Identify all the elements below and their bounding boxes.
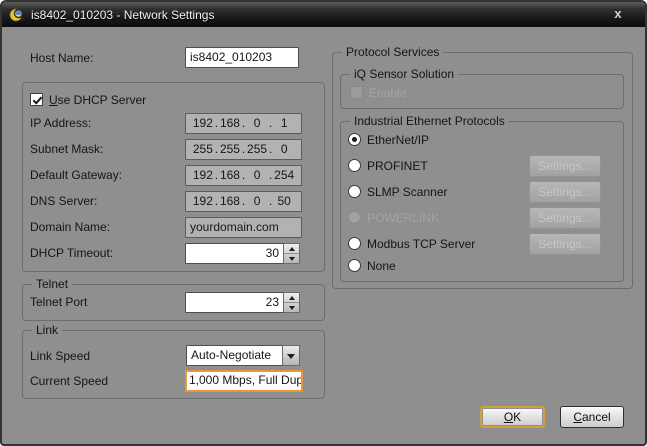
telnet-port-label: Telnet Port <box>30 295 87 309</box>
radio-slmp-scanner[interactable] <box>348 185 361 198</box>
combo-dropdown-icon[interactable] <box>282 345 300 366</box>
default-gateway-label: Default Gateway: <box>30 168 122 182</box>
domain-name-label: Domain Name: <box>30 220 110 234</box>
iq-sensor-title: iQ Sensor Solution <box>350 67 458 81</box>
industrial-protocols-title: Industrial Ethernet Protocols <box>350 114 509 128</box>
radio-ethernet-ip-label[interactable]: EtherNet/IP <box>367 133 429 147</box>
profinet-settings-button: Settings... <box>529 155 601 177</box>
host-name-label: Host Name: <box>30 51 93 65</box>
ip-address-label: IP Address: <box>30 116 91 130</box>
modbus-settings-button: Settings... <box>529 233 601 255</box>
app-icon <box>9 7 25 23</box>
radio-ethernet-ip[interactable] <box>348 133 361 146</box>
radio-none[interactable] <box>348 259 361 272</box>
domain-name-input: yourdomain.com <box>185 217 302 238</box>
spinner-down-icon[interactable] <box>284 303 299 312</box>
radio-modbus-tcp[interactable] <box>348 237 361 250</box>
current-speed-label: Current Speed <box>30 374 108 388</box>
dhcp-timeout-input[interactable]: 30 <box>185 243 284 264</box>
dhcp-timeout-spinner[interactable] <box>283 243 300 264</box>
spinner-up-icon[interactable] <box>284 244 299 254</box>
window-title: is8402_010203 - Network Settings <box>31 8 214 22</box>
link-speed-label: Link Speed <box>30 349 90 363</box>
close-icon[interactable]: x <box>605 5 631 24</box>
telnet-port-spinner[interactable] <box>283 292 300 313</box>
titlebar[interactable]: is8402_010203 - Network Settings x <box>2 2 645 27</box>
iq-enable-label: Enable <box>369 86 406 100</box>
current-speed-field: 1,000 Mbps, Full Dup <box>185 370 303 392</box>
iq-enable-checkbox <box>350 86 363 99</box>
subnet-mask-input: 255.255.255.0 <box>185 139 302 160</box>
link-group-title: Link <box>32 323 62 337</box>
radio-modbus-tcp-label[interactable]: Modbus TCP Server <box>367 237 475 251</box>
radio-slmp-scanner-label[interactable]: SLMP Scanner <box>367 185 448 199</box>
spinner-down-icon[interactable] <box>284 254 299 263</box>
subnet-mask-label: Subnet Mask: <box>30 142 103 156</box>
dns-server-label: DNS Server: <box>30 194 97 208</box>
radio-none-label[interactable]: None <box>367 259 396 273</box>
dns-server-input: 192.168.0.50 <box>185 191 302 212</box>
ok-button[interactable]: OK <box>480 406 545 428</box>
slmp-settings-button: Settings... <box>529 181 601 203</box>
use-dhcp-label: Use DHCP Server <box>49 93 146 107</box>
telnet-port-input[interactable]: 23 <box>185 292 284 313</box>
use-dhcp-checkbox[interactable] <box>30 93 43 106</box>
radio-profinet[interactable] <box>348 159 361 172</box>
link-speed-select[interactable]: Auto-Negotiate <box>186 345 283 366</box>
network-settings-dialog: is8402_010203 - Network Settings x Host … <box>0 0 647 446</box>
cancel-button[interactable]: Cancel <box>560 406 624 428</box>
ip-address-input: 192.168.0.1 <box>185 113 302 134</box>
host-name-input[interactable]: is8402_010203 <box>185 47 299 68</box>
spinner-up-icon[interactable] <box>284 293 299 303</box>
dhcp-timeout-label: DHCP Timeout: <box>30 246 113 260</box>
protocol-services-title: Protocol Services <box>342 45 443 59</box>
radio-powerlink <box>348 211 361 224</box>
radio-profinet-label[interactable]: PROFINET <box>367 159 428 173</box>
default-gateway-input: 192.168.0.254 <box>185 165 302 186</box>
telnet-group-title: Telnet <box>32 277 72 291</box>
radio-powerlink-label: POWERLINK <box>367 211 439 225</box>
powerlink-settings-button: Settings... <box>529 207 601 229</box>
